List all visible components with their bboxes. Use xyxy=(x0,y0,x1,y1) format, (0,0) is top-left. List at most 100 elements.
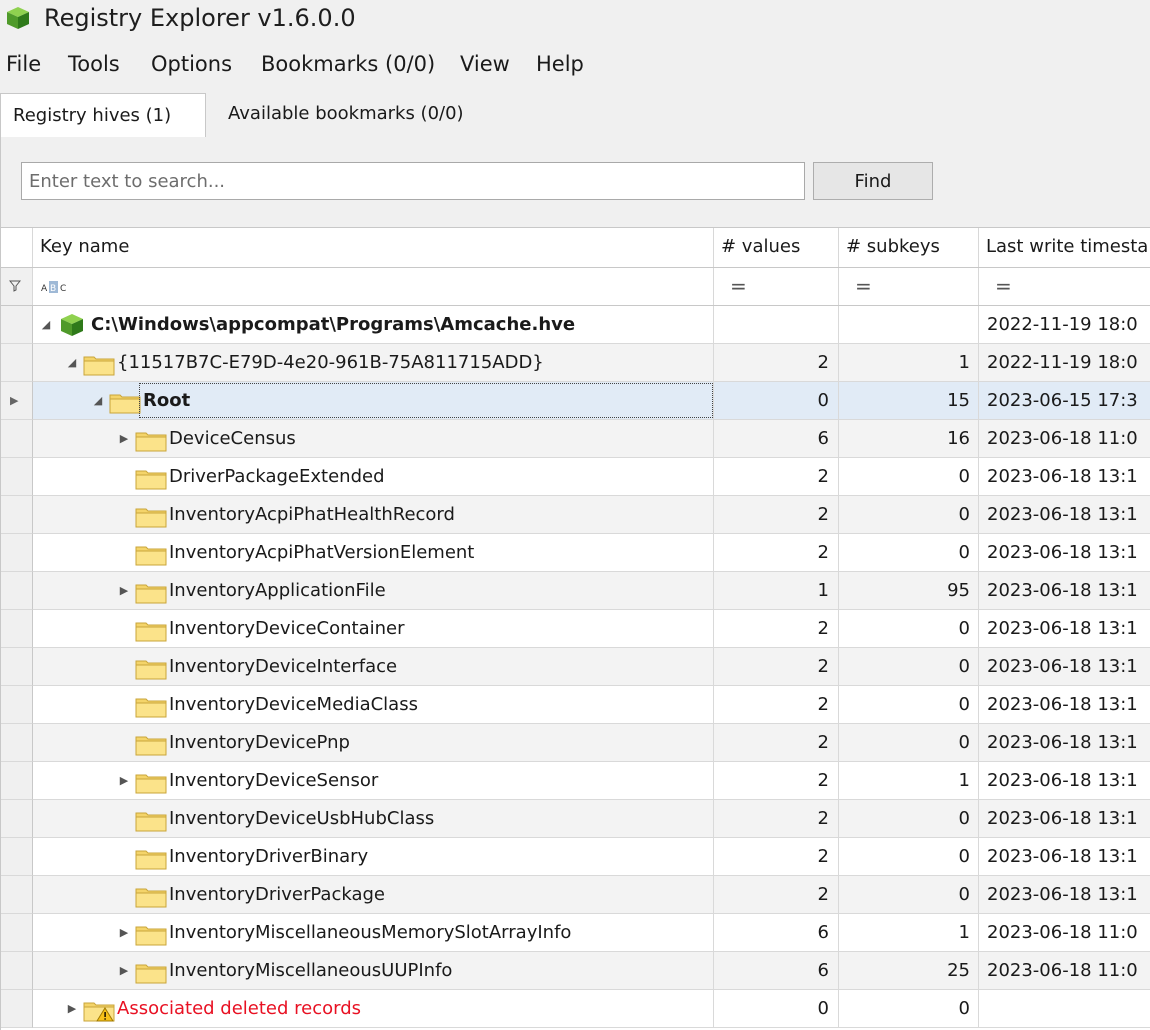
filter-key-name[interactable]: A B C xyxy=(33,268,714,305)
last-write-cell[interactable]: 2023-06-18 13:1 xyxy=(979,648,1150,686)
row-indicator[interactable] xyxy=(1,458,33,496)
row-indicator[interactable] xyxy=(1,610,33,648)
expand-arrow-icon[interactable]: ▶ xyxy=(117,762,131,799)
menu-tools[interactable]: Tools xyxy=(68,50,120,78)
tab-available-bookmarks[interactable]: Available bookmarks (0/0) xyxy=(214,92,464,136)
tree-row[interactable]: InventoryDriverBinary 2 0 2023-06-18 13:1 xyxy=(1,838,1150,876)
subkeys-cell[interactable]: 0 xyxy=(839,800,979,838)
values-cell[interactable]: 0 xyxy=(714,382,839,420)
subkeys-cell[interactable]: 0 xyxy=(839,838,979,876)
last-write-cell[interactable]: 2022-11-19 18:0 xyxy=(979,344,1150,382)
tree-row[interactable]: ▶ DeviceCensus 6 16 2023-06-18 11:0 xyxy=(1,420,1150,458)
subkeys-cell[interactable]: 0 xyxy=(839,534,979,572)
subkeys-cell[interactable]: 15 xyxy=(839,382,979,420)
key-name-cell[interactable]: ▶ Associated deleted records xyxy=(33,990,714,1028)
values-cell[interactable]: 2 xyxy=(714,800,839,838)
menu-file[interactable]: File xyxy=(6,50,41,78)
last-write-cell[interactable]: 2023-06-18 11:0 xyxy=(979,420,1150,458)
values-cell[interactable]: 0 xyxy=(714,990,839,1028)
last-write-cell[interactable]: 2023-06-18 13:1 xyxy=(979,572,1150,610)
tree-row[interactable]: ▶ InventoryMiscellaneousMemorySlotArrayIn… xyxy=(1,914,1150,952)
tree-row[interactable]: ▶ InventoryApplicationFile 1 95 2023-06-18 1… xyxy=(1,572,1150,610)
subkeys-cell[interactable]: 0 xyxy=(839,648,979,686)
values-cell[interactable]: 6 xyxy=(714,420,839,458)
subkeys-cell[interactable]: 0 xyxy=(839,990,979,1028)
collapse-arrow-icon[interactable]: ◢ xyxy=(65,344,79,381)
values-cell[interactable] xyxy=(714,306,839,344)
menu-options[interactable]: Options xyxy=(151,50,232,78)
subkeys-cell[interactable]: 25 xyxy=(839,952,979,990)
last-write-cell[interactable]: 2023-06-18 13:1 xyxy=(979,496,1150,534)
row-indicator[interactable] xyxy=(1,990,33,1028)
last-write-cell[interactable]: 2023-06-18 13:1 xyxy=(979,686,1150,724)
values-cell[interactable]: 2 xyxy=(714,610,839,648)
key-name-cell[interactable]: ▶ InventoryMiscellaneousUUPInfo xyxy=(33,952,714,990)
tree-row[interactable]: InventoryDeviceInterface 2 0 2023-06-18 13:… xyxy=(1,648,1150,686)
values-cell[interactable]: 2 xyxy=(714,876,839,914)
last-write-cell[interactable]: 2023-06-18 13:1 xyxy=(979,800,1150,838)
key-name-cell[interactable]: DriverPackageExtended xyxy=(33,458,714,496)
expand-arrow-icon[interactable]: ▶ xyxy=(117,420,131,457)
values-cell[interactable]: 2 xyxy=(714,496,839,534)
tree-row[interactable]: InventoryDeviceContainer 2 0 2023-06-18 13:… xyxy=(1,610,1150,648)
tree-row[interactable]: ▶ Associated deleted records 0 0 xyxy=(1,990,1150,1028)
key-name-cell[interactable]: InventoryDeviceUsbHubClass xyxy=(33,800,714,838)
row-indicator[interactable] xyxy=(1,686,33,724)
values-cell[interactable]: 6 xyxy=(714,952,839,990)
row-indicator[interactable] xyxy=(1,572,33,610)
subkeys-cell[interactable]: 0 xyxy=(839,876,979,914)
menu-bookmarks[interactable]: Bookmarks (0/0) xyxy=(261,50,435,78)
tree-row[interactable]: ▶ InventoryMiscellaneousUUPInfo 6 25 2023-06… xyxy=(1,952,1150,990)
values-cell[interactable]: 2 xyxy=(714,648,839,686)
row-indicator[interactable] xyxy=(1,648,33,686)
subkeys-cell[interactable]: 16 xyxy=(839,420,979,458)
expand-arrow-icon[interactable]: ▶ xyxy=(117,572,131,609)
menu-view[interactable]: View xyxy=(460,50,510,78)
tree-row[interactable]: InventoryAcpiPhatHealthRecord 2 0 2023-06-1… xyxy=(1,496,1150,534)
values-cell[interactable]: 6 xyxy=(714,914,839,952)
tree-row[interactable]: ▶ InventoryDeviceSensor 2 1 2023-06-18 13:1 xyxy=(1,762,1150,800)
key-name-cell[interactable]: InventoryDevicePnp xyxy=(33,724,714,762)
last-write-cell[interactable] xyxy=(979,990,1150,1028)
values-cell[interactable]: 2 xyxy=(714,686,839,724)
tree-row[interactable]: ▶ ◢ Root 0 15 2023-06-15 17:3 xyxy=(1,382,1150,420)
row-indicator[interactable] xyxy=(1,876,33,914)
key-name-cell[interactable]: ▶ InventoryDeviceSensor xyxy=(33,762,714,800)
row-indicator[interactable]: ▶ xyxy=(1,382,33,420)
values-cell[interactable]: 2 xyxy=(714,724,839,762)
key-name-cell[interactable]: InventoryAcpiPhatHealthRecord xyxy=(33,496,714,534)
column-header-key-name[interactable]: Key name xyxy=(33,228,714,267)
menu-help[interactable]: Help xyxy=(536,50,584,78)
row-indicator[interactable] xyxy=(1,420,33,458)
last-write-cell[interactable]: 2023-06-18 13:1 xyxy=(979,458,1150,496)
last-write-cell[interactable]: 2023-06-18 13:1 xyxy=(979,610,1150,648)
tree-row[interactable]: InventoryDriverPackage 2 0 2023-06-18 13:1 xyxy=(1,876,1150,914)
subkeys-cell[interactable]: 0 xyxy=(839,610,979,648)
key-name-cell[interactable]: InventoryDriverPackage xyxy=(33,876,714,914)
values-cell[interactable]: 2 xyxy=(714,838,839,876)
row-indicator[interactable] xyxy=(1,762,33,800)
tree-row[interactable]: ◢ C:\Windows\appcompat\Programs\Amcache.h… xyxy=(1,306,1150,344)
key-name-cell[interactable]: InventoryDeviceContainer xyxy=(33,610,714,648)
tree-row[interactable]: InventoryDeviceMediaClass 2 0 2023-06-18 13… xyxy=(1,686,1150,724)
row-indicator[interactable] xyxy=(1,800,33,838)
tree-row[interactable]: InventoryDevicePnp 2 0 2023-06-18 13:1 xyxy=(1,724,1150,762)
tree-row[interactable]: ◢ {11517B7C-E79D-4e20-961B-75A811715ADD} 2… xyxy=(1,344,1150,382)
subkeys-cell[interactable]: 1 xyxy=(839,344,979,382)
last-write-cell[interactable]: 2023-06-18 13:1 xyxy=(979,876,1150,914)
key-name-cell[interactable]: InventoryDeviceMediaClass xyxy=(33,686,714,724)
key-name-cell[interactable]: ▶ InventoryMiscellaneousMemorySlotArrayIn… xyxy=(33,914,714,952)
filter-subkeys[interactable]: = xyxy=(839,268,979,305)
tab-registry-hives[interactable]: Registry hives (1) xyxy=(0,93,206,138)
key-name-cell[interactable]: ◢ C:\Windows\appcompat\Programs\Amcache.h… xyxy=(33,306,714,344)
subkeys-cell[interactable]: 1 xyxy=(839,914,979,952)
last-write-cell[interactable]: 2023-06-18 13:1 xyxy=(979,838,1150,876)
row-indicator[interactable] xyxy=(1,952,33,990)
subkeys-cell[interactable] xyxy=(839,306,979,344)
values-cell[interactable]: 2 xyxy=(714,534,839,572)
subkeys-cell[interactable]: 0 xyxy=(839,458,979,496)
tree-row[interactable]: DriverPackageExtended 2 0 2023-06-18 13:1 xyxy=(1,458,1150,496)
last-write-cell[interactable]: 2023-06-15 17:3 xyxy=(979,382,1150,420)
tree-row[interactable]: InventoryAcpiPhatVersionElement 2 0 2023-06… xyxy=(1,534,1150,572)
key-name-cell[interactable]: ◢ {11517B7C-E79D-4e20-961B-75A811715ADD} xyxy=(33,344,714,382)
